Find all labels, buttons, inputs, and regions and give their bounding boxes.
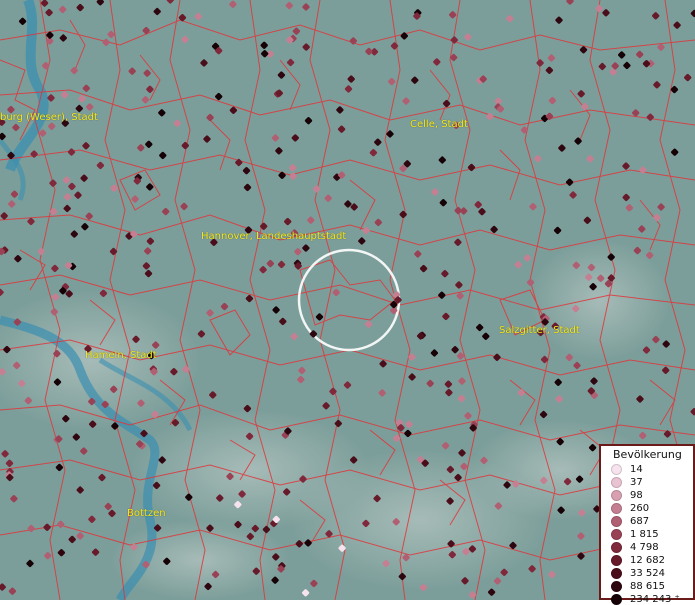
legend-swatch-2 — [611, 489, 622, 501]
legend-swatch-8 — [611, 567, 622, 579]
legend-value: 98 — [630, 489, 643, 501]
legend-value: 4 798 — [630, 541, 659, 553]
legend-item: 687 — [611, 515, 649, 527]
legend-value: 234 243 ⁺ — [630, 593, 680, 605]
legend-item: 12 682 — [611, 554, 665, 566]
legend-value: 88 615 — [630, 580, 665, 592]
legend-item: 4 798 — [611, 541, 659, 553]
legend-value: 687 — [630, 515, 650, 527]
label-hamburg-weser: burg (Weser), Stadt — [0, 112, 98, 123]
legend-swatch-5 — [611, 528, 622, 540]
legend-swatch-1 — [611, 476, 622, 488]
label-bottzen: Bottzen — [127, 508, 166, 519]
map-canvas[interactable] — [0, 0, 695, 600]
legend-item: 88 615 — [611, 580, 665, 592]
legend-item: 14 — [611, 463, 643, 475]
legend-swatch-7 — [611, 554, 622, 566]
legend-value: 37 — [630, 476, 643, 488]
legend-value: 14 — [630, 463, 643, 475]
legend-swatch-9 — [611, 580, 622, 592]
legend-item: 37 — [611, 476, 643, 488]
legend-panel: Bevölkerung 14 37 98 260 687 1 815 4 798… — [599, 444, 695, 605]
legend-item: 260 — [611, 502, 649, 514]
legend-swatch-10 — [611, 593, 622, 605]
label-hameln: Hameln, Stadt — [85, 350, 157, 361]
legend-title: Bevölkerung — [613, 448, 682, 461]
legend-value: 1 815 — [630, 528, 659, 540]
label-celle: Celle, Stadt — [410, 119, 468, 130]
legend-value: 260 — [630, 502, 650, 514]
legend-swatch-6 — [611, 541, 622, 553]
legend-value: 12 682 — [630, 554, 665, 566]
label-salzgitter: Salzgitter, Stadt — [499, 325, 580, 336]
legend-item: 98 — [611, 489, 643, 501]
label-hannover: Hannover, Landeshauptstadt — [201, 231, 347, 242]
legend-value: 33 524 — [630, 567, 665, 579]
legend-item: 33 524 — [611, 567, 665, 579]
legend-swatch-3 — [611, 502, 622, 514]
legend-swatch-0 — [611, 463, 622, 475]
legend-swatch-4 — [611, 515, 622, 527]
legend-item: 1 815 — [611, 528, 659, 540]
legend-item: 234 243 ⁺ — [611, 593, 680, 605]
